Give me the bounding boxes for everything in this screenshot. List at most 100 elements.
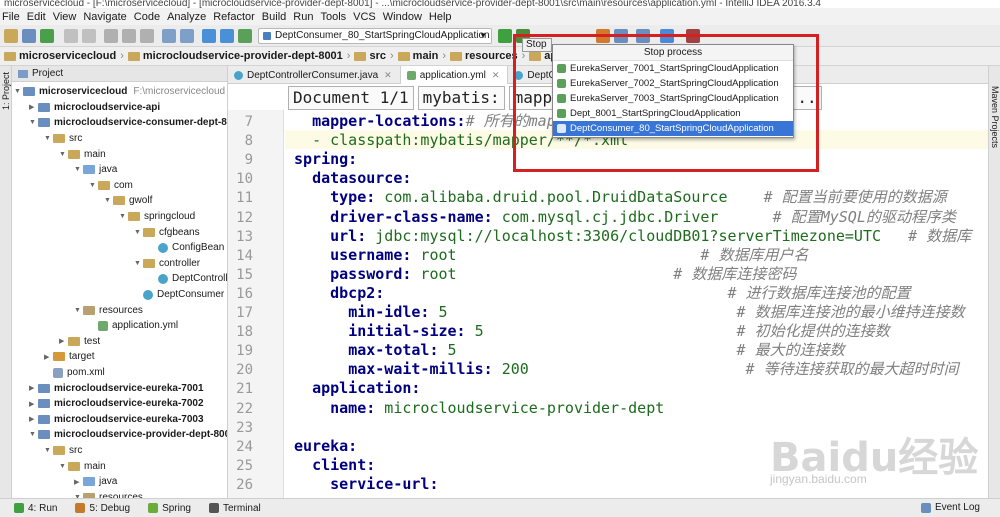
redo-icon[interactable] <box>82 29 96 43</box>
tree-item[interactable]: ▼ resources <box>74 302 143 318</box>
code-line[interactable]: name: microcloudservice-provider-dept <box>294 399 664 418</box>
tree-item[interactable]: ▼ controller <box>134 256 200 272</box>
menu-item[interactable]: View <box>53 11 77 23</box>
tree-item[interactable]: ▶ microcloudservice-eureka-7002 <box>29 396 204 412</box>
event-log-button[interactable]: Event Log <box>920 502 980 513</box>
expand-arrow-icon[interactable]: ▼ <box>89 182 98 189</box>
code-line[interactable]: eureka: <box>294 437 357 456</box>
menu-item[interactable]: Edit <box>27 11 46 23</box>
menu-item[interactable]: Navigate <box>83 11 126 23</box>
run-configuration-select[interactable]: DeptConsumer_80_StartSpringCloudApplicat… <box>258 28 492 44</box>
tree-item[interactable]: ▼ cfgbeans <box>134 224 200 240</box>
tree-item[interactable]: ▶ java <box>74 474 117 490</box>
expand-arrow-icon[interactable]: ▼ <box>44 135 53 142</box>
menu-item[interactable]: Analyze <box>167 11 206 23</box>
tree-item[interactable]: ▼ gwolf <box>104 193 152 209</box>
expand-arrow-icon[interactable]: ▼ <box>14 88 23 95</box>
tree-item[interactable]: pom.xml <box>44 365 105 381</box>
tree-item[interactable]: ▼ microcloudservice-provider-dept-8001 <box>29 427 227 443</box>
expand-arrow-icon[interactable]: ▼ <box>74 307 83 314</box>
tree-item[interactable]: ▼ com <box>89 178 133 194</box>
structure-crumb[interactable]: Document 1/1 <box>288 86 414 110</box>
collapse-arrow-icon[interactable]: ▶ <box>74 478 83 486</box>
menu-item[interactable]: File <box>2 11 20 23</box>
find-icon[interactable] <box>162 29 176 43</box>
tree-item[interactable]: ConfigBean <box>149 240 224 256</box>
code-line[interactable]: datasource: <box>294 169 411 188</box>
maven-projects-tab[interactable]: Maven Projects <box>990 86 1000 148</box>
menu-item[interactable]: Run <box>293 11 313 23</box>
breadcrumb-item[interactable]: src › <box>354 50 394 62</box>
expand-arrow-icon[interactable]: ▼ <box>134 260 143 267</box>
forward-icon[interactable] <box>220 29 234 43</box>
sync-icon[interactable] <box>40 29 54 43</box>
collapse-arrow-icon[interactable]: ▶ <box>29 384 38 392</box>
run-icon[interactable] <box>498 29 512 43</box>
code-line[interactable]: max-total: 5 # 最大的连接数 <box>294 341 844 360</box>
collapse-arrow-icon[interactable]: ▶ <box>59 337 68 345</box>
breadcrumb-item[interactable]: microservicecloud › <box>4 50 124 62</box>
code-line[interactable]: username: root # 数据库用户名 <box>294 246 808 265</box>
code-line[interactable]: driver-class-name: com.mysql.cj.jdbc.Dri… <box>294 208 956 227</box>
status-tool-button[interactable]: 5: Debug <box>75 503 130 514</box>
collapse-arrow-icon[interactable]: ▶ <box>29 415 38 423</box>
code-line[interactable]: spring: <box>294 150 357 169</box>
code-line[interactable]: initial-size: 5 # 初始化提供的连接数 <box>294 322 889 341</box>
collapse-arrow-icon[interactable]: ▶ <box>44 353 53 361</box>
expand-arrow-icon[interactable]: ▼ <box>29 431 38 438</box>
expand-arrow-icon[interactable]: ▼ <box>44 447 53 454</box>
breadcrumb-item[interactable]: main › <box>397 50 446 62</box>
tree-item[interactable]: ▼ java <box>74 162 117 178</box>
code-line[interactable]: max-wait-millis: 200 # 等待连接获取的最大超时时间 <box>294 360 958 379</box>
close-icon[interactable]: ✕ <box>492 70 500 81</box>
breadcrumb-item[interactable]: microcloudservice-provider-dept-8001 › <box>127 50 350 62</box>
tree-item[interactable]: ▶ microcloudservice-eureka-7003 <box>29 412 204 428</box>
tree-item[interactable]: ▼ resources <box>74 490 143 498</box>
collapse-arrow-icon[interactable]: ▶ <box>29 103 38 111</box>
tree-item[interactable]: ▶ test <box>59 334 100 350</box>
tree-item[interactable]: ▼ main <box>59 458 106 474</box>
status-tool-button[interactable]: Terminal <box>208 503 261 514</box>
tree-item[interactable]: ▼ microcloudservice-consumer-dept-80 <box>29 115 227 131</box>
status-tool-button[interactable]: 4: Run <box>14 503 57 514</box>
code-line[interactable]: min-idle: 5 # 数据库连接池的最小维持连接数 <box>294 303 964 322</box>
paste-icon[interactable] <box>140 29 154 43</box>
build-icon[interactable] <box>238 29 252 43</box>
tree-item[interactable]: DeptController <box>149 271 227 287</box>
back-icon[interactable] <box>202 29 216 43</box>
structure-crumb[interactable]: mybatis: <box>417 86 505 110</box>
tree-item[interactable]: ▶ microcloudservice-api <box>29 100 160 116</box>
code-line[interactable]: dbcp2: # 进行数据库连接池的配置 <box>294 284 910 303</box>
project-panel-header[interactable]: Project <box>12 66 227 82</box>
code-line[interactable]: url: jdbc:mysql://localhost:3306/cloudDB… <box>294 227 971 246</box>
expand-arrow-icon[interactable]: ▼ <box>59 151 68 158</box>
menu-item[interactable]: Window <box>383 11 422 23</box>
tree-item[interactable]: ▼ main <box>59 146 106 162</box>
editor-tab[interactable]: application.yml ✕ <box>400 66 509 84</box>
code-line[interactable]: application: <box>294 379 420 398</box>
project-tool-tab[interactable]: 1: Project <box>1 72 11 110</box>
expand-arrow-icon[interactable]: ▼ <box>59 463 68 470</box>
expand-arrow-icon[interactable]: ▼ <box>29 119 38 126</box>
save-icon[interactable] <box>22 29 36 43</box>
expand-arrow-icon[interactable]: ▼ <box>119 213 128 220</box>
menu-item[interactable]: Build <box>262 11 286 23</box>
replace-icon[interactable] <box>180 29 194 43</box>
expand-arrow-icon[interactable]: ▼ <box>134 229 143 236</box>
menu-item[interactable]: Refactor <box>213 11 255 23</box>
menu-item[interactable]: Code <box>134 11 160 23</box>
code-line[interactable]: service-url: <box>294 475 438 494</box>
cut-icon[interactable] <box>104 29 118 43</box>
close-icon[interactable]: ✕ <box>384 70 392 81</box>
open-folder-icon[interactable] <box>4 29 18 43</box>
expand-arrow-icon[interactable]: ▼ <box>74 166 83 173</box>
tree-item[interactable]: ▶ target <box>44 349 95 365</box>
menu-item[interactable]: VCS <box>353 11 376 23</box>
code-line[interactable]: client: <box>294 456 375 475</box>
tree-item[interactable]: application.yml <box>89 318 178 334</box>
tree-item[interactable]: ▼ springcloud <box>119 209 195 225</box>
copy-icon[interactable] <box>122 29 136 43</box>
code-line[interactable]: password: root # 数据库连接密码 <box>294 265 796 284</box>
editor-tab[interactable]: DeptControllerConsumer.java ✕ <box>228 66 401 84</box>
collapse-arrow-icon[interactable]: ▶ <box>29 400 38 408</box>
